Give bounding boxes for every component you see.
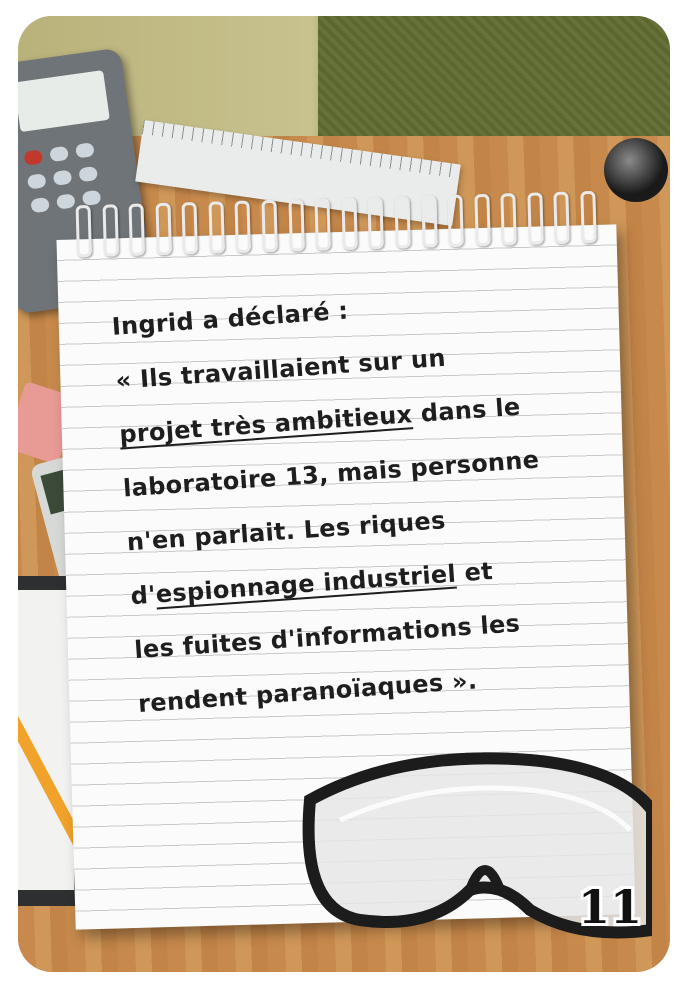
calculator-key xyxy=(75,142,95,159)
spiral-ring xyxy=(75,204,92,258)
calculator-key xyxy=(78,165,99,183)
spiral-ring xyxy=(447,194,464,247)
spiral-ring xyxy=(128,203,146,256)
spiral-ring xyxy=(500,193,518,246)
spiral-ring xyxy=(394,196,411,249)
underlined-phrase: espionnage industriel xyxy=(154,559,457,609)
spiral-ring xyxy=(367,196,385,250)
spiral-ring xyxy=(527,192,544,245)
calculator-key xyxy=(23,149,44,166)
spiral-ring xyxy=(341,197,358,250)
spiral-ring xyxy=(208,201,225,254)
spiral-ring xyxy=(288,199,305,252)
spiral-ring xyxy=(314,198,332,251)
calculator-key xyxy=(49,145,70,163)
desk-knob-icon xyxy=(604,138,668,202)
spiral-ring xyxy=(155,202,172,256)
calculator-key xyxy=(30,196,50,214)
spiral-ring xyxy=(580,190,597,244)
note-fragment: et xyxy=(454,556,494,588)
calculator-screen xyxy=(18,70,110,133)
calculator-key xyxy=(26,173,47,190)
calculator-key xyxy=(55,193,76,210)
note-fragment: d' xyxy=(129,580,157,611)
spiral-ring xyxy=(181,202,199,255)
underlined-phrase: projet très ambitieux xyxy=(118,400,414,449)
spiral-ring xyxy=(553,191,571,245)
spiral-ring xyxy=(234,200,252,253)
note-fragment: dans le xyxy=(411,392,522,429)
calculator-key xyxy=(52,169,73,186)
spiral-ring xyxy=(102,204,119,257)
spiral-ring xyxy=(261,199,278,253)
testimony-text: Ingrid a déclaré : « Ils travaillaient s… xyxy=(110,267,609,731)
background-wall-texture xyxy=(318,16,670,136)
spiral-ring xyxy=(420,195,438,248)
card-number: 11 xyxy=(577,880,642,934)
spiral-ring xyxy=(474,193,491,247)
calculator-key xyxy=(81,189,102,207)
